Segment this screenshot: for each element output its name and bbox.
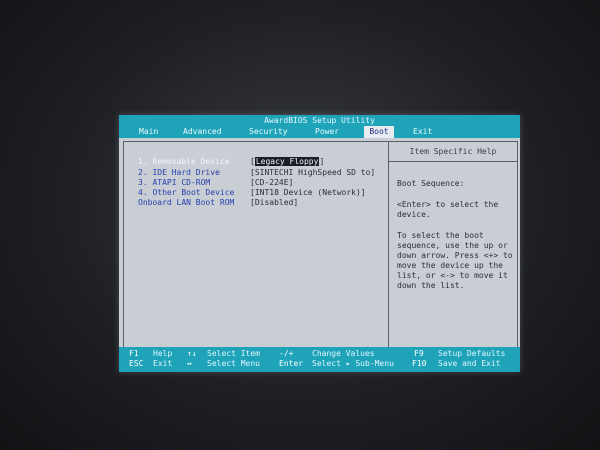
key-leftright: ↔ <box>187 359 192 368</box>
selected-value-highlight: Legacy Floppy <box>254 157 320 166</box>
menu-bar: Main Advanced Security Power Boot Exit <box>119 126 520 138</box>
key-plusminus-desc: Change Values <box>312 349 375 358</box>
boot-item-label: 1. Removable Device <box>138 157 230 166</box>
key-legend-footer: F1 Help ESC Exit ↑↓ Select Item ↔ Select… <box>119 347 520 372</box>
boot-item-value[interactable]: [Disabled] <box>250 198 298 208</box>
key-esc-desc: Exit <box>153 359 173 368</box>
key-updown: ↑↓ <box>187 349 197 358</box>
key-f9-desc: Setup Defaults <box>438 349 506 358</box>
item-help-pane: Item Specific Help Boot Sequence: <Enter… <box>388 141 518 358</box>
key-f1-desc: Help <box>153 349 173 358</box>
key-f9: F9 <box>414 349 424 358</box>
boot-options-pane: 1. Removable Device [Legacy Floppy] 2. I… <box>123 141 389 358</box>
menu-exit[interactable]: Exit <box>410 126 435 138</box>
menu-security[interactable]: Security <box>246 126 291 138</box>
boot-item-label: 4. Other Boot Device <box>138 188 235 197</box>
key-esc: ESC <box>129 359 144 368</box>
menu-boot[interactable]: Boot <box>364 126 394 138</box>
boot-item-label: Onboard LAN Boot ROM <box>138 198 235 207</box>
key-updown-desc: Select Item <box>207 349 260 358</box>
help-title: Item Specific Help <box>389 142 517 162</box>
boot-item-label: 2. IDE Hard Drive <box>138 168 220 177</box>
window-title: AwardBIOS Setup Utility <box>119 115 520 126</box>
key-f10-desc: Save and Exit <box>438 359 501 368</box>
menu-main[interactable]: Main <box>136 126 161 138</box>
help-heading: Boot Sequence: <box>397 179 465 188</box>
help-paragraph-enter: <Enter> to select the device. <box>397 200 499 219</box>
key-leftright-desc: Select Menu <box>207 359 260 368</box>
menu-advanced[interactable]: Advanced <box>180 126 225 138</box>
boot-item-value[interactable]: [Legacy Floppy] <box>250 157 324 167</box>
key-enter-desc: Select ▸ Sub-Menu <box>312 359 394 368</box>
boot-item-value[interactable]: [SINTECHI HighSpeed SD to] <box>250 168 375 178</box>
key-enter: Enter <box>279 359 304 368</box>
key-plusminus: -/+ <box>279 349 294 358</box>
key-f10: F10 <box>412 359 427 368</box>
boot-item-value[interactable]: [CD-224E] <box>250 178 293 188</box>
menu-power[interactable]: Power <box>312 126 342 138</box>
bios-screen: AwardBIOS Setup Utility Main Advanced Se… <box>119 115 520 372</box>
help-paragraph-sequence: To select the boot sequence, use the up … <box>397 231 513 290</box>
boot-item-value[interactable]: [INT18 Device (Network)] <box>250 188 366 198</box>
key-f1: F1 <box>129 349 139 358</box>
boot-item-label: 3. ATAPI CD-ROM <box>138 178 211 187</box>
